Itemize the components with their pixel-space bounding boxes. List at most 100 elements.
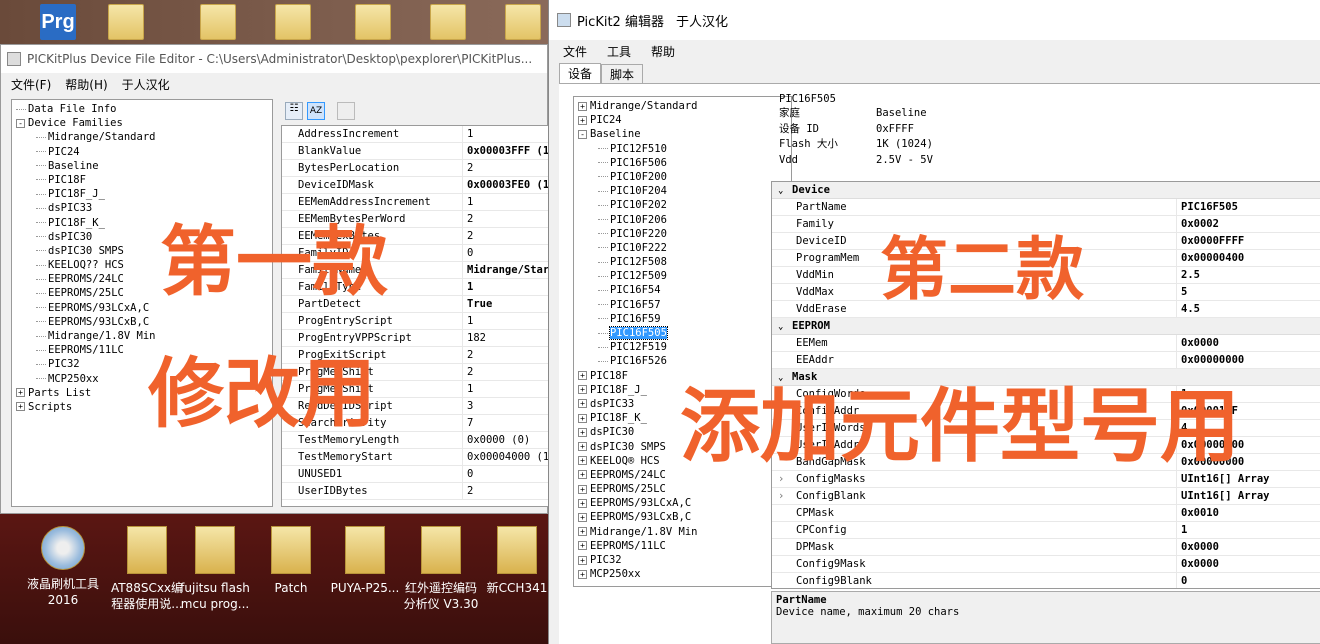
desktop-icon[interactable]: 红外遥控编码 分析仪 V3.30 [398, 516, 484, 612]
property-value[interactable]: 4 [1176, 420, 1320, 436]
property-row[interactable]: EEMemBytesPerWord 2 [282, 211, 548, 228]
expand-icon[interactable]: + [578, 456, 587, 466]
folder-icon[interactable] [275, 4, 311, 40]
tree-node[interactable]: EEPROMS/93LCxB,C [16, 315, 268, 329]
property-value[interactable]: 2 [462, 160, 548, 176]
tree-node[interactable]: EEPROMS/93LCxA,C [16, 301, 268, 315]
property-value[interactable]: 0x0002 [1176, 216, 1320, 232]
property-value[interactable]: 1 [462, 194, 548, 210]
expand-icon[interactable]: + [578, 470, 587, 480]
expand-icon[interactable]: + [578, 399, 587, 409]
expand-icon[interactable]: + [578, 498, 587, 508]
desktop-icon[interactable]: PUYA-P25... [322, 516, 408, 596]
property-value[interactable]: 2 [462, 483, 548, 499]
tree-node[interactable]: dsPIC30 SMPS [16, 244, 268, 258]
property-value[interactable]: 0x0000 (0) [462, 432, 548, 448]
tree-node[interactable]: Midrange/1.8V Min [16, 329, 268, 343]
tree-node[interactable]: MCP250xx [16, 372, 268, 386]
tree-node[interactable]: EEPROMS/24LC [16, 272, 268, 286]
property-value[interactable]: 2 [462, 228, 548, 244]
folder-icon[interactable] [108, 4, 144, 40]
property-grid[interactable]: AddressIncrement 1 BlankValue 0x00003FFF (1… [281, 125, 549, 507]
folder-icon[interactable] [355, 4, 391, 40]
property-value[interactable]: 1 [1176, 386, 1320, 402]
property-row[interactable]: Config9Blank 0 [772, 573, 1320, 588]
device-tree[interactable]: + Midrange/Standard + PIC24- Baseline PIC12F5… [573, 96, 792, 587]
property-row[interactable]: CPMask 0x0010 [772, 505, 1320, 522]
category-header[interactable]: ⌄ Device [772, 182, 1320, 199]
property-value[interactable]: 0x0010 [1176, 505, 1320, 521]
tree-node[interactable]: PIC32 [16, 357, 268, 371]
property-row[interactable]: DPMask 0x0000 [772, 539, 1320, 556]
tree-node[interactable]: + Midrange/1.8V Min [578, 525, 787, 539]
property-row[interactable]: VddErase 4.5 [772, 301, 1320, 318]
tree-node[interactable]: PIC18F [16, 173, 268, 187]
tree-node[interactable]: Data File Info [16, 102, 268, 116]
property-value[interactable]: 0x0000 [1176, 335, 1320, 351]
tab-script[interactable]: 脚本 [601, 64, 644, 84]
tree-node[interactable]: + Scripts [16, 400, 268, 414]
menu-item[interactable]: 文件(F) [11, 76, 51, 93]
tree-node[interactable]: dsPIC33 [16, 201, 268, 215]
property-value[interactable]: UInt16[] Array [1176, 488, 1320, 504]
tree-node[interactable]: PIC16F57 [578, 298, 787, 312]
property-row[interactable]: DeviceIDMask 0x00003FE0 (1 [282, 177, 548, 194]
menu-item[interactable]: 帮助(H) [65, 76, 107, 93]
tree-node[interactable]: PIC12F509 [578, 269, 787, 283]
property-row[interactable]: ProgEntryVPPScript 182 [282, 330, 548, 347]
tree-node[interactable]: + dsPIC33 [578, 397, 787, 411]
tree-node[interactable]: + EEPROMS/25LC [578, 482, 787, 496]
tree-node[interactable]: PIC12F508 [578, 255, 787, 269]
property-value[interactable]: 1 [462, 126, 548, 142]
property-row[interactable]: UNUSED1 0 [282, 466, 548, 483]
property-value[interactable]: 0x0000FFFF [1176, 233, 1320, 249]
tree-node[interactable]: PIC18F_K_ [16, 216, 268, 230]
property-row[interactable]: PartDetect True [282, 296, 548, 313]
property-row[interactable]: VddMin 2.5 [772, 267, 1320, 284]
folder-icon[interactable] [505, 4, 541, 40]
expand-icon[interactable]: + [578, 371, 587, 381]
tree-node[interactable]: EEPROMS/11LC [16, 343, 268, 357]
folder-icon[interactable] [430, 4, 466, 40]
property-value[interactable]: 0x00000000 [1176, 352, 1320, 368]
tree-node[interactable]: PIC10F204 [578, 184, 787, 198]
property-value[interactable]: 1 [1176, 522, 1320, 538]
expand-icon[interactable]: + [578, 427, 587, 437]
property-row[interactable]: ReadDevIDScript 3 [282, 398, 548, 415]
tree-node[interactable]: + dsPIC30 [578, 425, 787, 439]
tree-node[interactable]: - Baseline [578, 127, 787, 141]
tree-node[interactable]: Midrange/Standard [16, 130, 268, 144]
tree-node[interactable]: - Device Families [16, 116, 268, 130]
tree-node[interactable]: + EEPROMS/93LCxA,C [578, 496, 787, 510]
property-value[interactable]: 0x00004000 (1 [462, 449, 548, 465]
tree-node[interactable]: + MCP250xx [578, 567, 787, 581]
property-value[interactable]: 1 [462, 381, 548, 397]
tree-node[interactable]: PIC24 [16, 145, 268, 159]
expand-icon[interactable]: + [578, 541, 587, 551]
tree-node[interactable]: Baseline [16, 159, 268, 173]
categorized-icon[interactable]: ☷ [285, 102, 303, 120]
expand-icon[interactable]: › [778, 488, 796, 504]
property-row[interactable]: Config9Mask 0x0000 [772, 556, 1320, 573]
property-row[interactable]: BytesPerLocation 2 [282, 160, 548, 177]
property-row[interactable]: FamilyName Midrange/Star [282, 262, 548, 279]
property-value[interactable]: 0x00000400 [1176, 250, 1320, 266]
tree-node[interactable]: PIC16F505 [578, 326, 787, 340]
expand-icon[interactable]: + [578, 442, 587, 451]
tree-node[interactable]: EEPROMS/25LC [16, 286, 268, 300]
tree-node[interactable]: PIC10F202 [578, 198, 787, 212]
property-value[interactable]: 2 [462, 211, 548, 227]
property-value[interactable]: 1 [462, 313, 548, 329]
property-value[interactable]: 7 [462, 415, 548, 431]
property-value[interactable]: PIC16F505 [1176, 199, 1320, 215]
property-row[interactable]: › ConfigBlank UInt16[] Array [772, 488, 1320, 505]
tree-node[interactable]: PIC10F222 [578, 241, 787, 255]
property-value[interactable]: 0x00000800 [1176, 437, 1320, 453]
expand-icon[interactable]: + [578, 115, 587, 125]
expand-icon[interactable]: + [578, 569, 587, 579]
tree-node[interactable]: PIC10F220 [578, 227, 787, 241]
tree-node[interactable]: + PIC24 [578, 113, 787, 127]
tree-node[interactable]: dsPIC30 [16, 230, 268, 244]
property-row[interactable]: EEMem 0x0000 [772, 335, 1320, 352]
expand-icon[interactable]: + [16, 388, 25, 398]
